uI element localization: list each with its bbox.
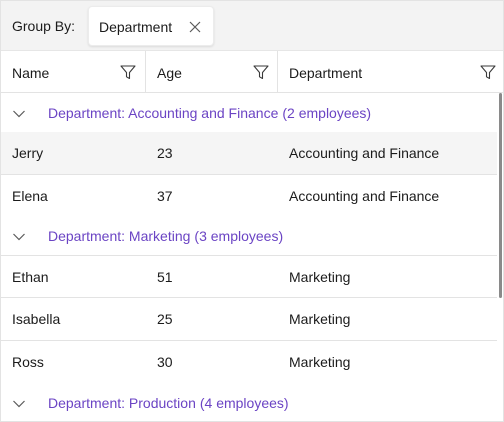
vertical-scrollbar[interactable] <box>499 93 502 298</box>
filter-icon[interactable] <box>252 63 270 81</box>
column-header-department[interactable]: Department <box>278 51 503 93</box>
chevron-down-icon[interactable] <box>12 230 26 242</box>
cell-name: Elena <box>12 188 48 204</box>
cell-name: Ethan <box>12 269 49 285</box>
column-header-label: Name <box>12 65 50 81</box>
column-header-age[interactable]: Age <box>146 51 278 93</box>
groupby-label: Group By: <box>12 18 76 34</box>
group-header-title: Department: Marketing <box>48 228 191 244</box>
cell-department: Marketing <box>289 269 351 285</box>
table-row[interactable]: Ross 30 Marketing <box>1 341 497 384</box>
group-count: (2 employees) <box>282 105 372 121</box>
data-grid: Group By: Department Name Age Department… <box>0 0 504 422</box>
chevron-down-icon[interactable] <box>12 397 26 409</box>
column-header-row: Name Age Department <box>1 51 503 93</box>
group-header-text: Department: Production (4 employees) <box>48 395 289 411</box>
cell-name: Isabella <box>12 311 61 327</box>
cell-department: Accounting and Finance <box>289 145 440 161</box>
group-header-text: Department: Accounting and Finance (2 emp… <box>48 105 371 121</box>
cell-department: Marketing <box>289 354 351 370</box>
group-header-title: Department: Production <box>48 395 196 411</box>
group-header-row[interactable]: Department: Production (4 employees) <box>1 383 497 421</box>
groupby-panel: Group By: Department <box>1 1 503 51</box>
column-header-label: Department <box>289 65 363 81</box>
group-header-row[interactable]: Department: Marketing (3 employees) <box>1 216 497 256</box>
group-header-row[interactable]: Department: Accounting and Finance (2 emp… <box>1 93 497 133</box>
table-row[interactable]: Jerry 23 Accounting and Finance <box>1 132 497 175</box>
group-chip-label: Department <box>99 19 173 35</box>
table-row[interactable]: Elena 37 Accounting and Finance <box>1 175 497 218</box>
grid-body: Department: Accounting and Finance (2 emp… <box>1 93 503 421</box>
cell-department: Marketing <box>289 311 351 327</box>
column-header-name[interactable]: Name <box>1 51 146 93</box>
filter-icon[interactable] <box>479 63 497 81</box>
cell-age: 51 <box>157 269 173 285</box>
group-count: (4 employees) <box>199 395 289 411</box>
cell-age: 25 <box>157 311 173 327</box>
cell-age: 23 <box>157 145 173 161</box>
column-header-label: Age <box>157 65 182 81</box>
table-row[interactable]: Isabella 25 Marketing <box>1 298 497 341</box>
group-count: (3 employees) <box>194 228 284 244</box>
cell-name: Ross <box>12 354 44 370</box>
filter-icon[interactable] <box>119 63 137 81</box>
cell-age: 30 <box>157 354 173 370</box>
table-row[interactable]: Ethan 51 Marketing <box>1 255 497 298</box>
chevron-down-icon[interactable] <box>12 107 26 119</box>
group-header-title: Department: Accounting and Finance <box>48 105 279 121</box>
group-chip-department[interactable]: Department <box>88 6 214 46</box>
group-header-text: Department: Marketing (3 employees) <box>48 228 283 244</box>
cell-age: 37 <box>157 188 173 204</box>
cell-name: Jerry <box>12 145 44 161</box>
close-icon[interactable] <box>187 19 203 35</box>
cell-department: Accounting and Finance <box>289 188 440 204</box>
